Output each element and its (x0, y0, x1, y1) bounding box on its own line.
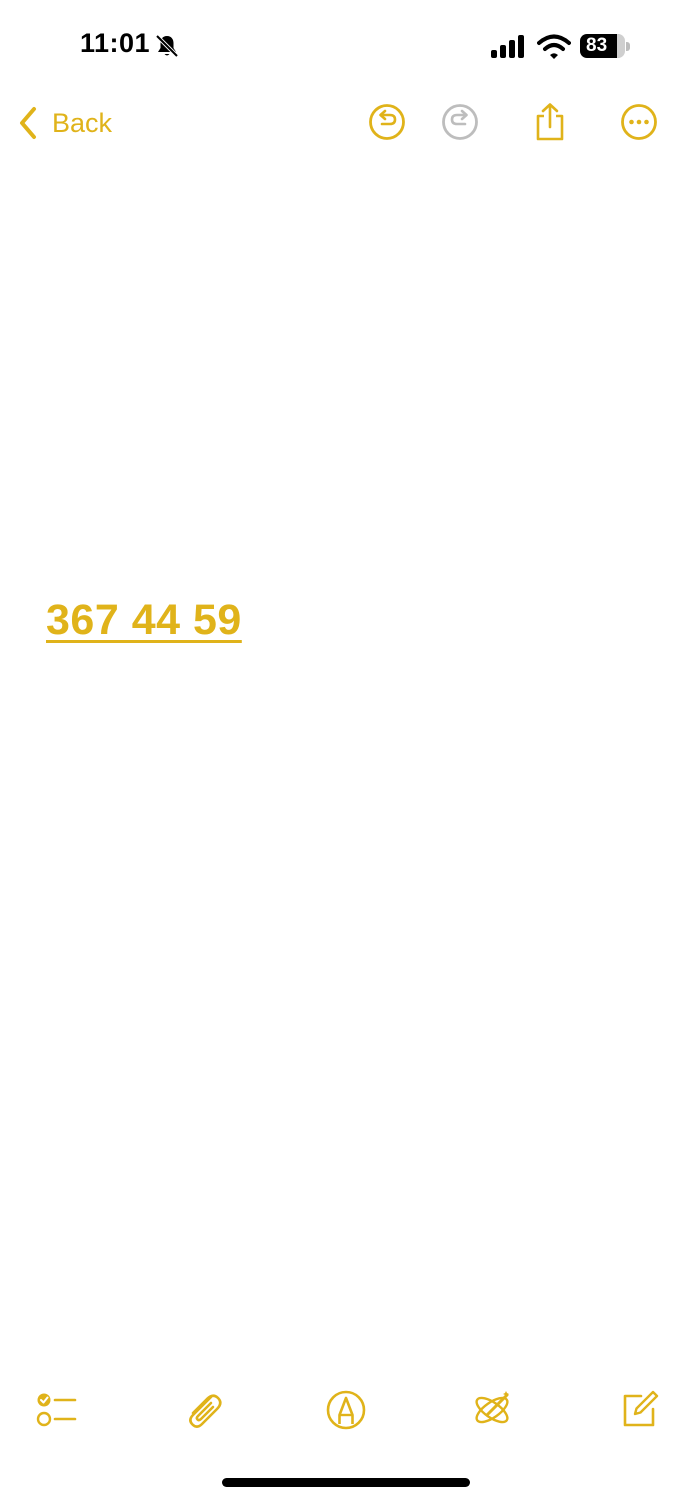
status-time: 11:01 (80, 28, 151, 58)
writing-tools-icon[interactable] (470, 1388, 514, 1432)
wifi-icon (537, 34, 571, 59)
signal-icon (491, 35, 524, 58)
battery-nub (626, 42, 630, 51)
bell-slash-icon (155, 34, 179, 58)
battery-icon: 83 (580, 34, 632, 60)
share-icon[interactable] (530, 102, 570, 142)
undo-icon[interactable] (367, 102, 407, 142)
more-icon[interactable] (619, 102, 659, 142)
phone-number-link[interactable]: 367 44 59 (46, 596, 242, 645)
checklist-icon[interactable] (34, 1388, 78, 1432)
compose-icon[interactable] (617, 1388, 661, 1432)
chevron-left-icon (20, 107, 36, 139)
markup-icon[interactable] (324, 1388, 368, 1432)
battery-empty-segment (617, 34, 625, 58)
redo-icon[interactable] (440, 102, 480, 142)
back-label: Back (52, 107, 113, 138)
paperclip-icon[interactable] (181, 1388, 225, 1432)
notes-screen: 11:01 83 Back 367 44 59 (0, 0, 693, 1500)
back-button[interactable]: Back (18, 102, 112, 144)
home-indicator[interactable] (222, 1478, 470, 1487)
